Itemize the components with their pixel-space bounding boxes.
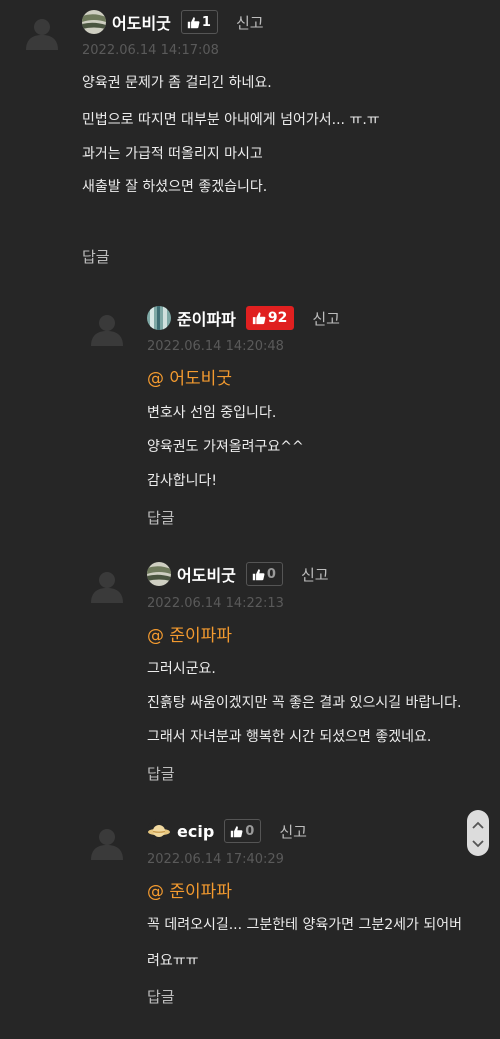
like-button[interactable]: 0 (224, 819, 262, 843)
thumbs-up-icon (187, 16, 200, 29)
chevron-up-icon[interactable] (472, 814, 484, 833)
like-count: 0 (245, 823, 255, 839)
chevron-down-icon[interactable] (472, 833, 484, 852)
like-count: 92 (267, 310, 288, 326)
profile-image[interactable] (147, 819, 171, 843)
report-link[interactable]: 신고 (236, 12, 264, 33)
comment-text-line: 그러시군요. (147, 661, 216, 677)
reply-link[interactable]: 답글 (147, 763, 175, 784)
like-count: 1 (201, 14, 211, 30)
commenter-nickname[interactable]: 준이파파 (177, 306, 236, 330)
comment-text-line: 꼭 데려오시길... 그분한테 양육가면 그분2세가 되어버 (147, 917, 462, 933)
profile-image[interactable] (147, 562, 171, 586)
like-button[interactable]: 92 (245, 306, 295, 330)
comment-text-line: 과거는 가급적 떠올리지 마시고 (82, 146, 263, 162)
thumbs-up-icon (252, 568, 265, 581)
mention-tag[interactable]: @ 준이파파 (147, 877, 232, 902)
like-button[interactable]: 0 (245, 562, 283, 586)
comment-text-line: 새출발 잘 하셨으면 좋겠습니다. (82, 179, 268, 195)
comment-meta: 어도비굿 0 신고 (147, 561, 329, 587)
comment-text-line: 려요ㅠㅠ (147, 953, 199, 969)
comment-timestamp: 2022.06.14 14:17:08 (82, 43, 219, 58)
comment-timestamp: 2022.06.14 17:40:29 (147, 852, 284, 867)
comment-meta: 어도비굿 1 신고 (82, 9, 264, 35)
comment-text-line: 민법으로 따지면 대부분 아내에게 넘어가서... ㅠ.ㅠ (82, 112, 380, 128)
comment-timestamp: 2022.06.14 14:20:48 (147, 339, 284, 354)
like-count: 0 (266, 566, 276, 582)
default-avatar-icon (90, 569, 124, 603)
commenter-nickname[interactable]: ecip (177, 822, 214, 841)
reply-link[interactable]: 답글 (82, 246, 110, 267)
comment-text-line: 진흙탕 싸움이겠지만 꼭 좋은 결과 있으시길 바랍니다. (147, 695, 462, 711)
comment-text-line: 양육권도 가져올려구요^^ (147, 439, 304, 455)
comment-timestamp: 2022.06.14 14:22:13 (147, 596, 284, 611)
comment-text-line: 감사합니다! (147, 473, 218, 489)
mention-tag[interactable]: @ 어도비굿 (147, 364, 232, 389)
comment-text-line: 양육권 문제가 좀 걸리긴 하네요. (82, 75, 272, 91)
default-avatar-icon (90, 826, 124, 860)
report-link[interactable]: 신고 (312, 308, 340, 329)
commenter-nickname[interactable]: 어도비굿 (112, 10, 171, 34)
commenter-nickname[interactable]: 어도비굿 (177, 562, 236, 586)
comment-text-line: 변호사 선임 중입니다. (147, 405, 277, 421)
report-link[interactable]: 신고 (301, 564, 329, 585)
scroll-up-down-button[interactable] (467, 810, 489, 856)
comment-meta: ecip 0 신고 (147, 818, 307, 844)
profile-image[interactable] (147, 306, 171, 330)
thumbs-up-icon (252, 311, 266, 325)
thumbs-up-icon (230, 825, 243, 838)
reply-link[interactable]: 답글 (147, 986, 175, 1007)
report-link[interactable]: 신고 (279, 821, 307, 842)
comment-meta: 준이파파 92 신고 (147, 305, 340, 331)
reply-link[interactable]: 답글 (147, 507, 175, 528)
profile-image[interactable] (82, 10, 106, 34)
default-avatar-icon (25, 16, 59, 50)
like-button[interactable]: 1 (180, 10, 218, 34)
comment-text-line: 그래서 자녀분과 행복한 시간 되셨으면 좋겠네요. (147, 729, 432, 745)
mention-tag[interactable]: @ 준이파파 (147, 621, 232, 646)
default-avatar-icon (90, 312, 124, 346)
